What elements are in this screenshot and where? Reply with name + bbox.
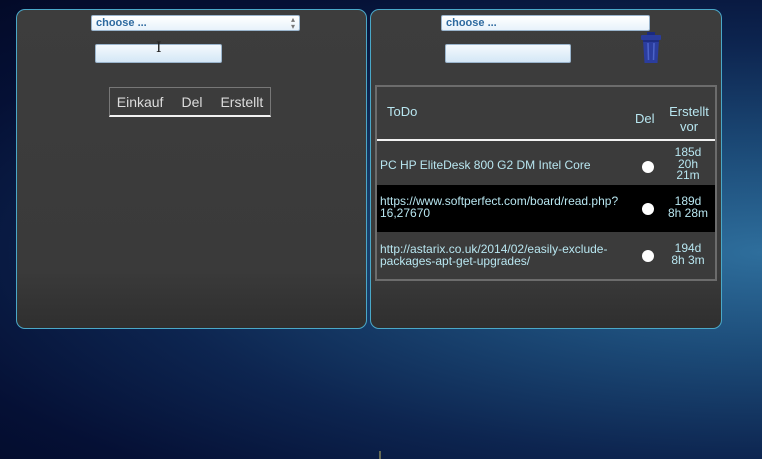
table-header: ToDo Del Erstellt vor [377,87,715,141]
column-header-todo: ToDo [387,104,418,119]
todo-table: ToDo Del Erstellt vor PC HP EliteDesk 80… [375,85,717,281]
new-todo-input[interactable] [445,44,571,63]
table-row[interactable]: PC HP EliteDesk 800 G2 DM Intel Core 185… [377,141,715,185]
shopping-panel: choose ... ▴ ▾ I Einkauf Del Erstellt [16,9,367,329]
category-select-value: choose ... [96,17,147,29]
shopping-table-header: Einkauf Del Erstellt [109,87,271,117]
created-age: 185d 20h 21m [674,145,702,182]
table-row[interactable]: https://www.softperfect.com/board/read.p… [377,185,715,232]
background-mark [379,451,381,459]
column-header-einkauf: Einkauf [116,93,164,110]
category-select-value: choose ... [446,17,497,29]
todo-text: http://astarix.co.uk/2014/02/easily-excl… [380,242,608,268]
todo-panel: choose ... ToDo Del Erstellt vor PC HP E… [370,9,722,329]
delete-radio[interactable] [642,250,654,262]
todo-text: https://www.softperfect.com/board/read.p… [380,194,619,220]
table-row[interactable]: http://astarix.co.uk/2014/02/easily-excl… [377,232,715,279]
category-select[interactable]: choose ... ▴ ▾ [91,15,300,31]
trash-can-icon[interactable] [639,32,663,64]
column-header-erstellt: Erstellt [220,93,264,110]
todo-text: PC HP EliteDesk 800 G2 DM Intel Core [380,158,591,172]
column-header-erstellt-vor: Erstellt vor [669,104,709,134]
created-age: 189d 8h 28m [667,194,709,220]
delete-radio[interactable] [642,161,654,173]
column-header-del: Del [181,93,203,110]
text-cursor-icon: I [156,40,162,56]
select-arrows-icon: ▴ ▾ [290,15,295,31]
delete-radio[interactable] [642,203,654,215]
category-select[interactable]: choose ... [441,15,650,31]
column-header-del: Del [635,111,655,126]
created-age: 194d 8h 3m [671,241,705,267]
